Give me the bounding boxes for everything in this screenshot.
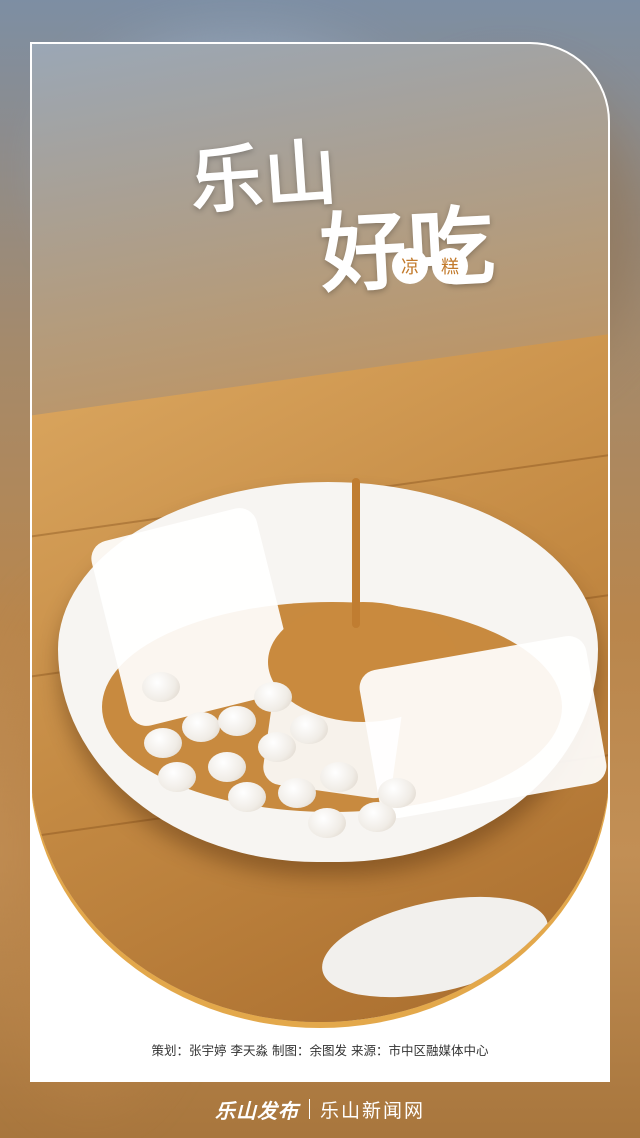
footer-divider xyxy=(308,1099,310,1119)
leshan-fabu-logo: 乐山发布 xyxy=(214,1098,299,1123)
dish-name-char: 糕 xyxy=(432,248,468,284)
credits-line: 策划：张宇婷 李天淼 制图：余图发 来源：市中区融媒体中心 xyxy=(151,1043,489,1058)
title-line2: 好吃 xyxy=(317,175,499,309)
dish-name-badges: 凉 糕 xyxy=(392,248,468,284)
leshan-news-logo: 乐山新闻网 xyxy=(319,1099,425,1122)
footer-logos: 乐山发布 乐山新闻网 xyxy=(0,1092,640,1126)
dish-name-char: 凉 xyxy=(392,248,428,284)
poster-title: 乐山 好吃 xyxy=(188,118,550,306)
